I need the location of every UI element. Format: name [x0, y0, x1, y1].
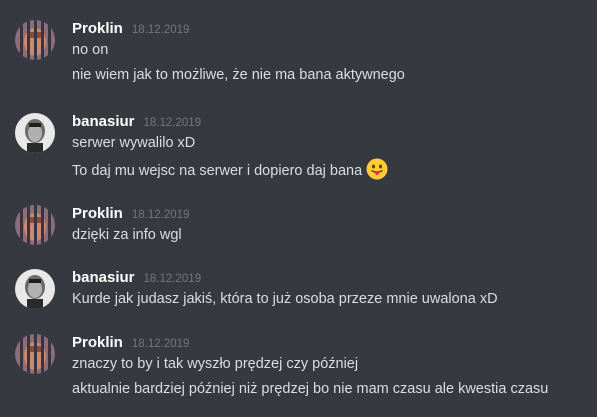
- proklin-avatar-icon[interactable]: [15, 20, 55, 60]
- message-header: Proklin 18.12.2019: [72, 333, 189, 354]
- username[interactable]: banasiur: [72, 269, 135, 286]
- message-header: banasiur 18.12.2019: [72, 112, 201, 133]
- banasiur-avatar-icon[interactable]: [15, 269, 55, 309]
- message-text: aktualnie bardziej później niż prędzej b…: [72, 381, 549, 397]
- message-text: no on: [72, 42, 109, 58]
- message-text: znaczy to by i tak wyszło prędzej czy pó…: [72, 356, 359, 372]
- message-text: serwer wywalilo xD: [72, 135, 196, 151]
- timestamp: 18.12.2019: [143, 117, 202, 129]
- message-text: Kurde jak judasz jakiś, która to już oso…: [72, 291, 498, 307]
- chat-messages: Proklin 18.12.2019 no on nie wiem jak to …: [0, 0, 597, 417]
- message-header: Proklin 18.12.2019: [72, 19, 189, 40]
- message-header: banasiur 18.12.2019: [72, 268, 201, 289]
- timestamp: 18.12.2019: [131, 209, 190, 221]
- username[interactable]: Proklin: [72, 334, 123, 351]
- message-header: Proklin 18.12.2019: [72, 204, 189, 225]
- message-text: nie wiem jak to możliwe, że nie ma bana …: [72, 67, 405, 83]
- tongue-out-emoji-icon: [366, 158, 388, 180]
- username[interactable]: Proklin: [72, 205, 123, 222]
- timestamp: 18.12.2019: [143, 273, 202, 285]
- timestamp: 18.12.2019: [131, 24, 190, 36]
- message-text-content: To daj mu wejsc na serwer i dopiero daj …: [72, 163, 363, 179]
- username[interactable]: Proklin: [72, 20, 123, 37]
- message-text: To daj mu wejsc na serwer i dopiero daj …: [72, 158, 388, 181]
- username[interactable]: banasiur: [72, 113, 135, 130]
- timestamp: 18.12.2019: [131, 338, 190, 350]
- message-text: dzięki za info wgl: [72, 227, 182, 243]
- proklin-avatar-icon[interactable]: [15, 334, 55, 374]
- banasiur-avatar-icon[interactable]: [15, 113, 55, 153]
- proklin-avatar-icon[interactable]: [15, 205, 55, 245]
